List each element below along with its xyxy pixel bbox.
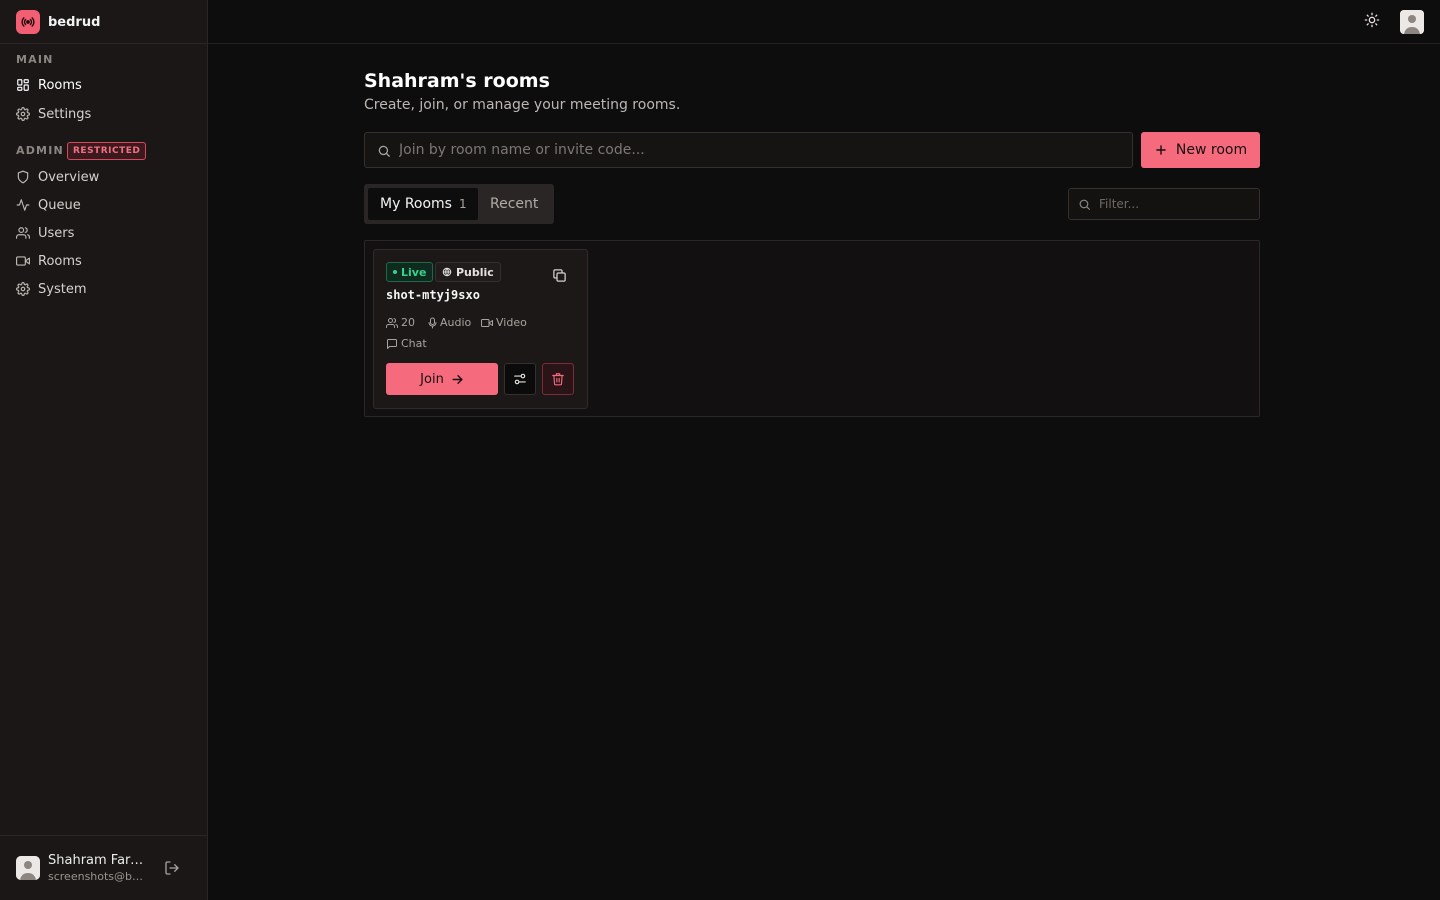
feature-label: Video: [496, 316, 527, 329]
globe-icon: [442, 267, 452, 277]
status-label: Live: [401, 265, 427, 279]
trash-icon: [551, 372, 565, 386]
search-icon: [1078, 198, 1091, 211]
video-icon: [481, 317, 493, 329]
sliders-icon: [513, 372, 527, 386]
gear-icon: [16, 107, 30, 121]
participants-value: 20: [401, 316, 415, 329]
feature-chat: Chat: [386, 337, 427, 350]
new-room-label: New room: [1175, 142, 1248, 158]
join-room-button[interactable]: Join: [386, 363, 498, 395]
sidebar-item-overview[interactable]: Overview: [8, 164, 199, 190]
restricted-badge: RESTRICTED: [67, 142, 147, 160]
join-room-field: [364, 132, 1133, 168]
plus-icon: [1154, 143, 1168, 157]
topbar: [208, 0, 1440, 44]
participants-count: 20: [386, 316, 415, 329]
chat-icon: [386, 338, 398, 350]
feature-audio: Audio: [428, 316, 471, 329]
sidebar-item-label: Overview: [38, 169, 100, 185]
sidebar-item-label: System: [38, 281, 87, 297]
feature-label: Audio: [440, 316, 472, 329]
page-title: Shahram's rooms: [364, 70, 550, 92]
user-name: Shahram Farh...: [48, 853, 148, 868]
brand-name: bedrud: [48, 14, 101, 30]
sidebar-item-label: Rooms: [38, 77, 82, 93]
filter-field: [1068, 188, 1260, 220]
delete-room-button[interactable]: [542, 363, 574, 395]
sidebar-item-label: Queue: [38, 197, 81, 213]
tab-recent[interactable]: Recent: [490, 188, 538, 220]
rooms-list: Live Public shot-mtyj9sxo 20 Audio Video…: [364, 240, 1260, 417]
sidebar-item-system[interactable]: System: [8, 276, 199, 302]
mic-icon: [428, 317, 437, 329]
search-icon: [377, 144, 391, 158]
sidebar: bedrud MAIN Rooms Settings ADMIN RESTRIC…: [0, 0, 208, 900]
room-tabs: My Rooms 1 Recent: [364, 184, 554, 224]
users-icon: [386, 317, 398, 329]
broadcast-icon: [16, 10, 40, 34]
user-email: screenshots@bed...: [48, 870, 148, 883]
grid-icon: [16, 78, 30, 92]
arrow-right-icon: [451, 373, 464, 386]
sidebar-item-rooms[interactable]: Rooms: [8, 72, 199, 98]
page-subtitle: Create, join, or manage your meeting roo…: [364, 97, 681, 113]
sidebar-item-users[interactable]: Users: [8, 220, 199, 246]
feature-video: Video: [481, 316, 527, 329]
visibility-badge: Public: [435, 262, 501, 282]
sun-icon[interactable]: [1364, 12, 1384, 32]
live-dot-icon: [393, 270, 397, 274]
tab-label: My Rooms: [380, 196, 452, 212]
avatar-icon[interactable]: [1400, 10, 1424, 34]
filter-input[interactable]: [1099, 189, 1254, 219]
tab-label: Recent: [490, 196, 539, 212]
room-name: shot-mtyj9sxo: [386, 288, 480, 302]
section-label-admin: ADMIN: [16, 144, 64, 157]
new-room-button[interactable]: New room: [1141, 132, 1260, 168]
copy-icon[interactable]: [552, 268, 568, 284]
brand[interactable]: bedrud: [16, 10, 100, 34]
join-label: Join: [420, 371, 444, 387]
users-icon: [16, 226, 30, 240]
avatar[interactable]: [16, 856, 40, 880]
activity-icon: [16, 198, 30, 212]
tab-my-rooms[interactable]: My Rooms 1: [368, 188, 478, 220]
feature-label: Chat: [401, 337, 427, 350]
shield-icon: [16, 170, 30, 184]
room-card: Live Public shot-mtyj9sxo 20 Audio Video…: [373, 249, 588, 409]
status-badge: Live: [386, 262, 434, 282]
room-settings-button[interactable]: [504, 363, 536, 395]
section-label-main: MAIN: [16, 53, 54, 66]
sidebar-item-admin-rooms[interactable]: Rooms: [8, 248, 199, 274]
visibility-label: Public: [456, 265, 494, 279]
join-room-input[interactable]: [399, 133, 1119, 167]
divider: [0, 43, 207, 44]
video-icon: [16, 254, 30, 268]
sidebar-item-queue[interactable]: Queue: [8, 192, 199, 218]
gear-icon: [16, 282, 30, 296]
user-profile: Shahram Farh... screenshots@bed...: [0, 835, 207, 900]
sidebar-item-settings[interactable]: Settings: [8, 101, 199, 127]
sidebar-item-label: Rooms: [38, 253, 82, 269]
tab-count: 1: [458, 197, 467, 211]
sidebar-item-label: Settings: [38, 106, 92, 122]
sidebar-item-label: Users: [38, 225, 75, 241]
logout-icon[interactable]: [164, 860, 182, 878]
